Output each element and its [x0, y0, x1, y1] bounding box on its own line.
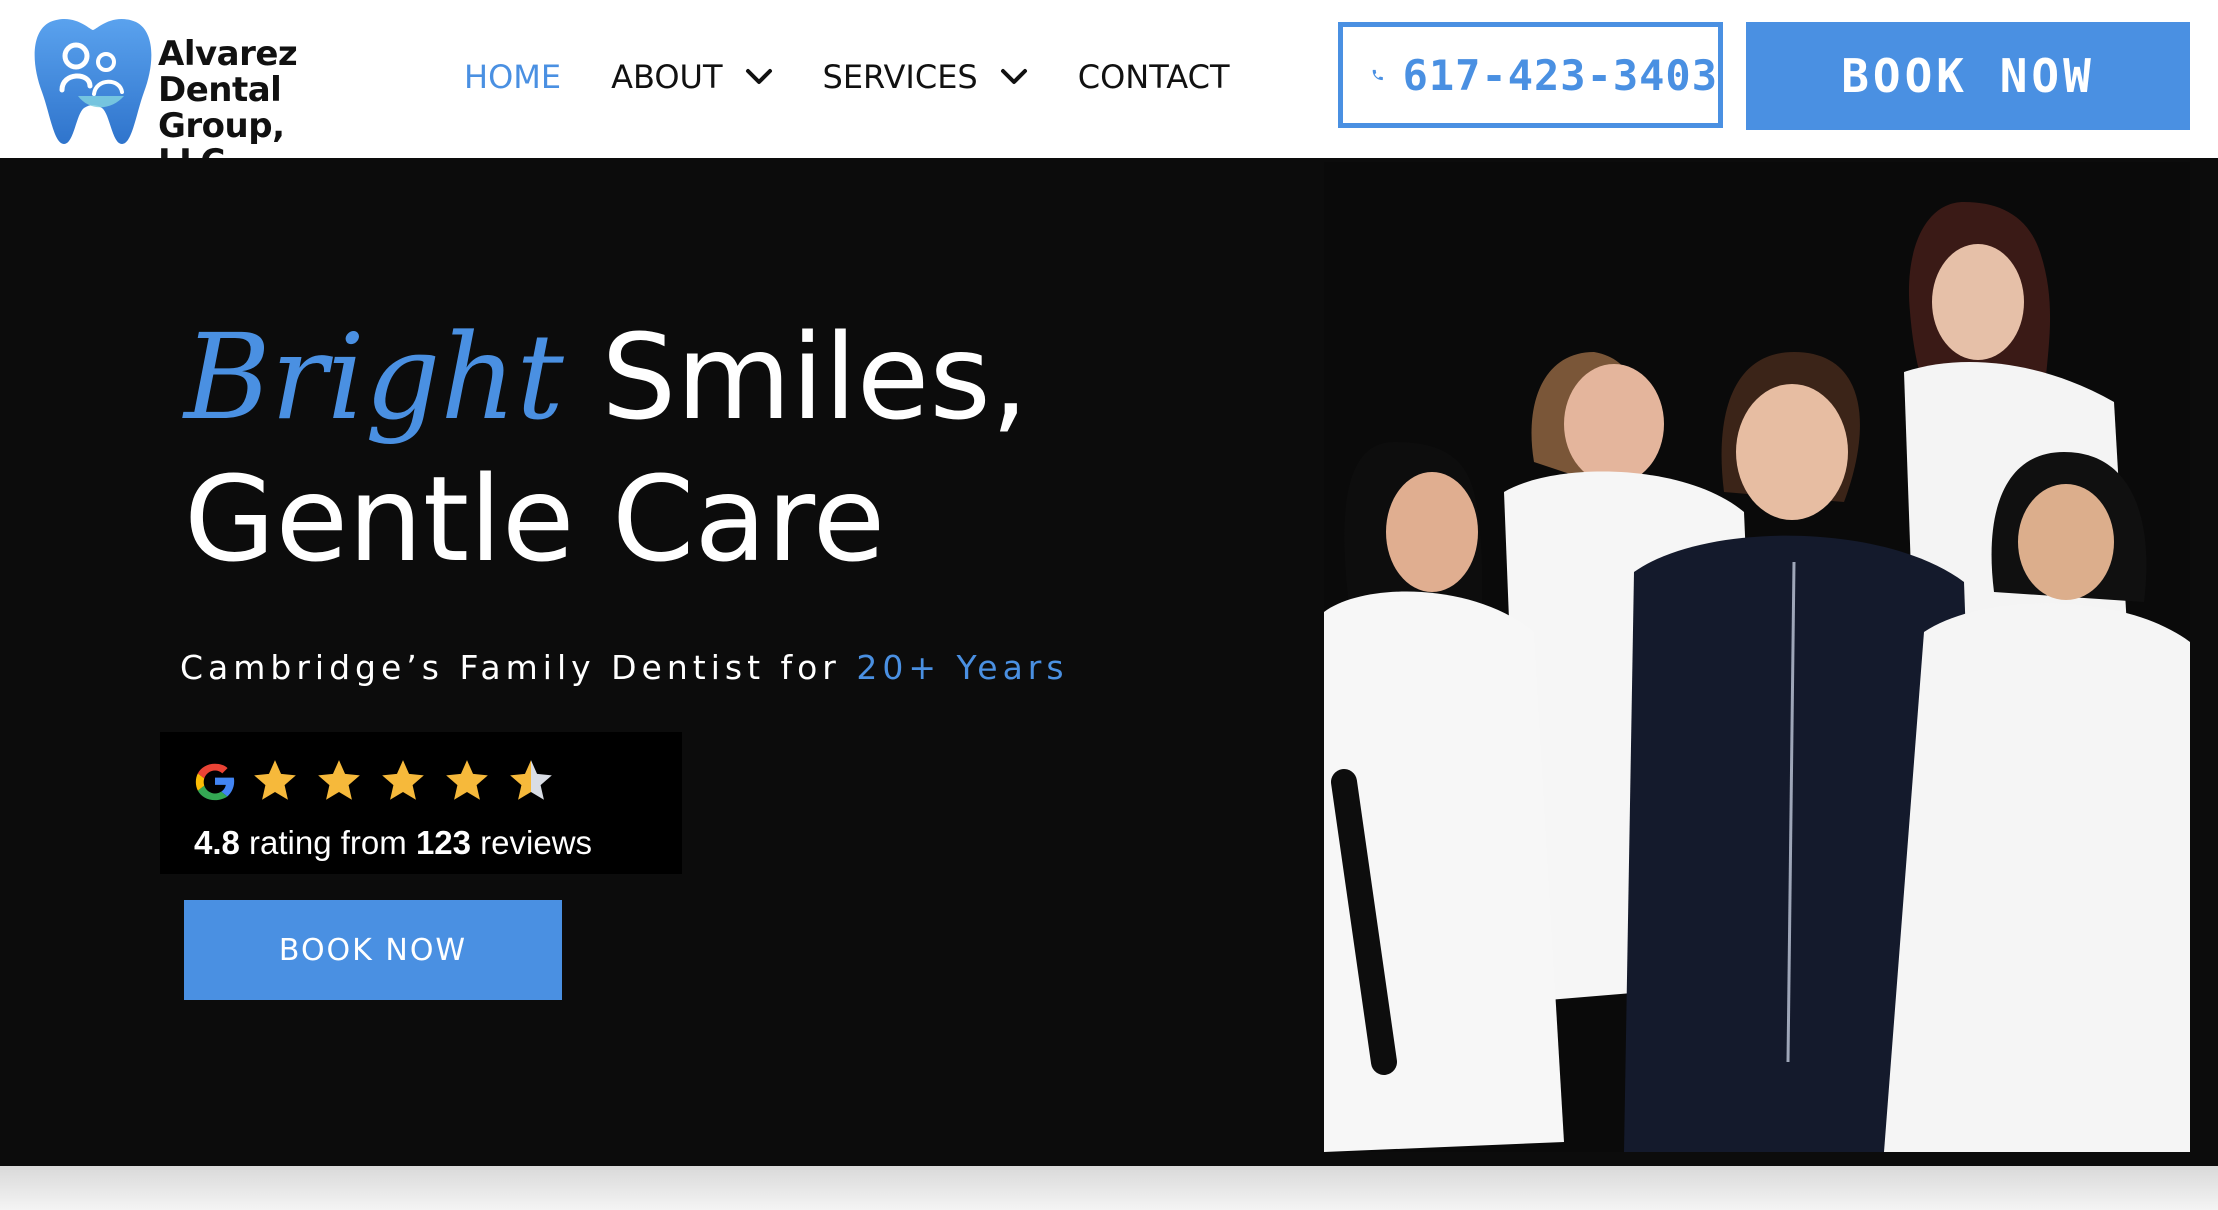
tooth-family-icon [34, 18, 152, 144]
phone-icon [1372, 69, 1383, 81]
hero-title-accent: Bright [184, 308, 564, 446]
phone-number: 617-423-3403 [1402, 50, 1718, 100]
nav-item-about[interactable]: ABOUT [611, 58, 772, 96]
star-full-icon [446, 760, 488, 800]
hero-subtitle-accent: 20+ Years [856, 648, 1069, 687]
hero-title: Bright Smiles, Gentle Care [184, 306, 1028, 590]
hero-section: Bright Smiles, Gentle Care Cambridge’s F… [0, 158, 2218, 1166]
rating-score: 4.8 [194, 824, 240, 861]
nav-item-label: SERVICES [822, 58, 978, 96]
nav-item-home[interactable]: HOME [464, 58, 561, 96]
chevron-down-icon[interactable] [745, 68, 773, 86]
google-icon [195, 763, 235, 801]
team-photo [1324, 162, 2190, 1152]
nav-item-label: CONTACT [1077, 58, 1230, 96]
chevron-down-icon[interactable] [1000, 68, 1028, 86]
site-header: Alvarez Dental Group, LLC HOME ABOUT SER… [0, 0, 2218, 180]
star-full-icon [318, 760, 360, 800]
star-full-icon [382, 760, 424, 800]
hero-subtitle-main: Cambridge’s Family Dentist for [180, 648, 857, 687]
nav-item-label: ABOUT [611, 58, 723, 96]
hero-subtitle: Cambridge’s Family Dentist for 20+ Years [180, 648, 1069, 687]
star-half-icon [510, 760, 552, 800]
star-full-icon [254, 760, 296, 800]
star-rating [250, 756, 570, 806]
nav-item-services[interactable]: SERVICES [823, 58, 1028, 96]
rating-text-end: reviews [471, 824, 593, 861]
main-nav: HOME ABOUT SERVICES CONTACT [464, 52, 1279, 102]
nav-item-label: HOME [464, 58, 562, 96]
hero-title-rest: Smiles, [563, 308, 1029, 446]
hero-title-line-2: Gentle Care [184, 450, 886, 588]
phone-call-button[interactable]: 617-423-3403 [1338, 22, 1723, 128]
site-logo[interactable]: Alvarez Dental Group, LLC [32, 16, 362, 180]
rating-summary: 4.8 rating from 123 reviews [194, 824, 592, 862]
review-count: 123 [415, 824, 471, 861]
book-now-hero-button[interactable]: BOOK NOW [184, 900, 562, 1000]
logo-line-2: Dental [158, 70, 282, 110]
section-divider [0, 1166, 2218, 1210]
google-rating-badge[interactable]: 4.8 rating from 123 reviews [160, 732, 682, 874]
nav-item-contact[interactable]: CONTACT [1078, 58, 1230, 96]
book-now-header-button[interactable]: BOOK NOW [1746, 22, 2190, 130]
logo-line-1: Alvarez [158, 34, 298, 74]
rating-text-mid: rating from [239, 824, 416, 861]
